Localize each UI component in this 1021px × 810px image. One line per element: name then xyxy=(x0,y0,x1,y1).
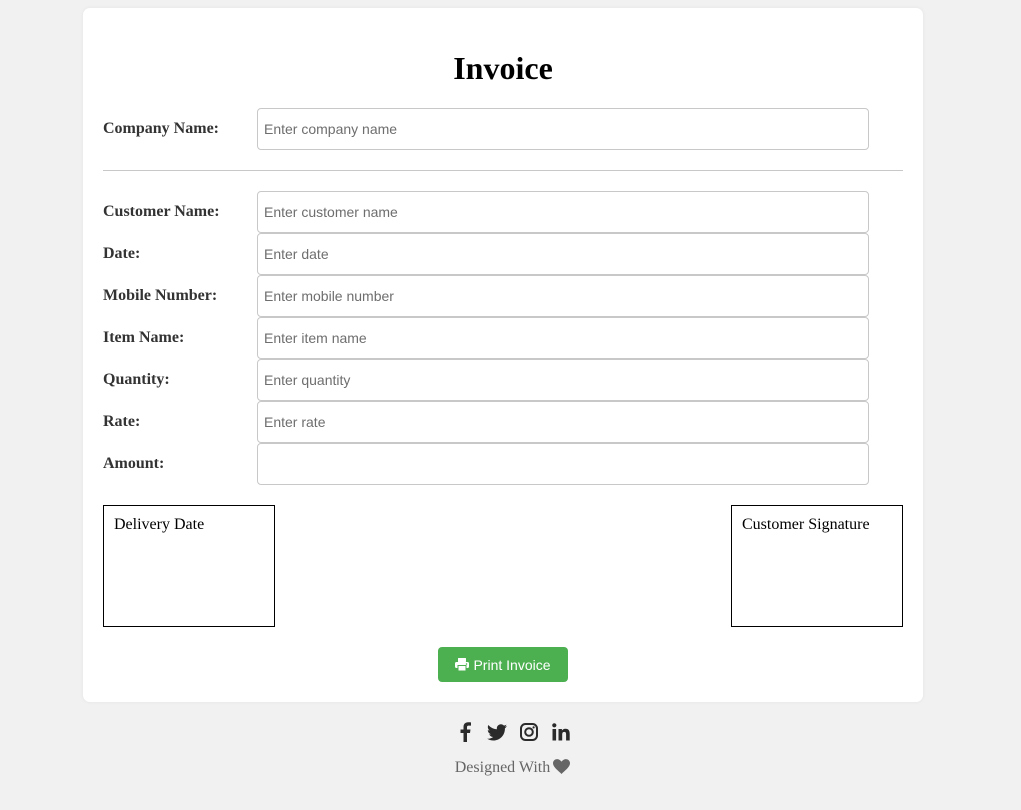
rate-input[interactable] xyxy=(257,401,869,443)
item-name-input[interactable] xyxy=(257,317,869,359)
amount-row: Amount: xyxy=(103,443,869,485)
page-title: Invoice xyxy=(453,50,553,86)
amount-label: Amount: xyxy=(103,455,165,472)
facebook-icon[interactable] xyxy=(454,720,476,744)
date-input[interactable] xyxy=(257,233,869,275)
heart-icon xyxy=(553,759,571,779)
rate-row: Rate: xyxy=(103,401,869,443)
footer-text: Designed With xyxy=(454,759,551,776)
footer: Designed With xyxy=(0,759,1021,779)
rate-label: Rate: xyxy=(103,413,141,430)
date-row: Date: xyxy=(103,233,869,275)
print-invoice-label: Print Invoice xyxy=(473,656,551,673)
company-name-row: Company Name: xyxy=(103,108,869,150)
customer-name-row: Customer Name: xyxy=(103,191,869,233)
quantity-input[interactable] xyxy=(257,359,869,401)
mobile-number-label: Mobile Number: xyxy=(103,287,218,304)
delivery-date-box: Delivery Date xyxy=(103,505,275,627)
mobile-number-row: Mobile Number: xyxy=(103,275,869,317)
print-icon xyxy=(455,658,470,671)
item-name-row: Item Name: xyxy=(103,317,869,359)
social-links xyxy=(0,720,1021,744)
divider xyxy=(103,170,903,171)
quantity-label: Quantity: xyxy=(103,371,170,388)
customer-signature-box: Customer Signature xyxy=(731,505,903,627)
item-name-label: Item Name: xyxy=(103,329,185,346)
delivery-date-label: Delivery Date xyxy=(114,516,205,533)
customer-name-input[interactable] xyxy=(257,191,869,233)
date-label: Date: xyxy=(103,245,141,262)
company-name-input[interactable] xyxy=(257,108,869,150)
instagram-icon[interactable] xyxy=(518,720,540,744)
customer-signature-label: Customer Signature xyxy=(742,516,870,533)
quantity-row: Quantity: xyxy=(103,359,869,401)
twitter-icon[interactable] xyxy=(486,720,508,744)
linkedin-icon[interactable] xyxy=(550,720,572,744)
invoice-card: Invoice Company Name: Customer Name: Dat… xyxy=(83,8,923,702)
amount-input[interactable] xyxy=(257,443,869,485)
mobile-number-input[interactable] xyxy=(257,275,869,317)
print-invoice-button[interactable]: Print Invoice xyxy=(438,647,568,682)
customer-name-label: Customer Name: xyxy=(103,203,220,220)
company-name-label: Company Name: xyxy=(103,120,219,137)
